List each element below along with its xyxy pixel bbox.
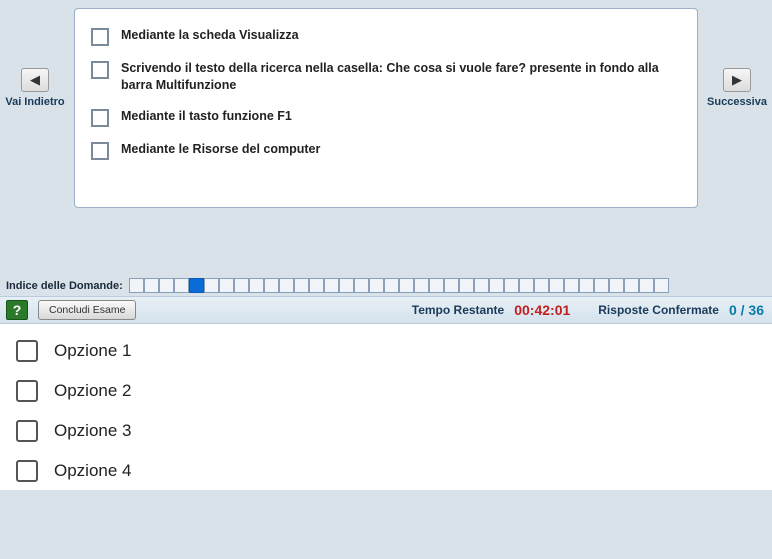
answer-text: Scrivendo il testo della ricerca nella c…: [121, 60, 679, 94]
option-row: Opzione 4: [16, 460, 756, 482]
index-label: Indice delle Domande:: [6, 280, 123, 292]
index-box[interactable]: [249, 278, 264, 293]
index-box[interactable]: [174, 278, 189, 293]
time-remaining-value: 00:42:01: [514, 302, 570, 318]
index-box[interactable]: [564, 278, 579, 293]
option-label: Opzione 2: [54, 381, 132, 401]
question-index-row: Indice delle Domande:: [0, 278, 772, 293]
answer-checkbox[interactable]: [91, 142, 109, 160]
index-box[interactable]: [369, 278, 384, 293]
index-box[interactable]: [384, 278, 399, 293]
index-box[interactable]: [279, 278, 294, 293]
index-box[interactable]: [489, 278, 504, 293]
confirmed-value: 0 / 36: [729, 302, 764, 318]
index-box[interactable]: [504, 278, 519, 293]
answer-row: Mediante il tasto funzione F1: [91, 108, 679, 127]
option-row: Opzione 3: [16, 420, 756, 442]
prev-label: Vai Indietro: [5, 96, 64, 108]
index-box[interactable]: [519, 278, 534, 293]
status-bar: ? Concludi Esame Tempo Restante 00:42:01…: [0, 296, 772, 324]
index-box[interactable]: [444, 278, 459, 293]
index-box[interactable]: [654, 278, 669, 293]
index-box[interactable]: [204, 278, 219, 293]
index-box[interactable]: [294, 278, 309, 293]
answer-row: Mediante le Risorse del computer: [91, 141, 679, 160]
conclude-exam-button[interactable]: Concludi Esame: [38, 300, 136, 320]
next-label: Successiva: [707, 96, 767, 108]
help-button[interactable]: ?: [6, 300, 28, 320]
option-row: Opzione 2: [16, 380, 756, 402]
index-box[interactable]: [399, 278, 414, 293]
index-box[interactable]: [189, 278, 204, 293]
index-box[interactable]: [219, 278, 234, 293]
index-box[interactable]: [324, 278, 339, 293]
index-box[interactable]: [534, 278, 549, 293]
index-box[interactable]: [594, 278, 609, 293]
index-box[interactable]: [429, 278, 444, 293]
index-box[interactable]: [414, 278, 429, 293]
answer-text: Mediante la scheda Visualizza: [121, 27, 299, 44]
answer-checkbox[interactable]: [91, 61, 109, 79]
option-label: Opzione 1: [54, 341, 132, 361]
option-row: Opzione 1: [16, 340, 756, 362]
answer-checkbox[interactable]: [91, 109, 109, 127]
answer-row: Scrivendo il testo della ricerca nella c…: [91, 60, 679, 94]
option-checkbox[interactable]: [16, 340, 38, 362]
index-box[interactable]: [159, 278, 174, 293]
index-box[interactable]: [624, 278, 639, 293]
answer-checkbox[interactable]: [91, 28, 109, 46]
index-box[interactable]: [354, 278, 369, 293]
index-box[interactable]: [309, 278, 324, 293]
index-box[interactable]: [264, 278, 279, 293]
index-box[interactable]: [144, 278, 159, 293]
index-box[interactable]: [549, 278, 564, 293]
options-list: Opzione 1 Opzione 2 Opzione 3 Opzione 4: [0, 324, 772, 490]
nav-prev-block: ◀ Vai Indietro: [0, 8, 70, 108]
next-arrow-icon[interactable]: ▶: [723, 68, 751, 92]
index-box[interactable]: [639, 278, 654, 293]
option-checkbox[interactable]: [16, 460, 38, 482]
nav-next-block: ▶ Successiva: [702, 8, 772, 108]
index-box[interactable]: [579, 278, 594, 293]
question-panel: Mediante la scheda Visualizza Scrivendo …: [74, 8, 698, 208]
option-checkbox[interactable]: [16, 380, 38, 402]
index-box[interactable]: [339, 278, 354, 293]
index-box[interactable]: [609, 278, 624, 293]
option-label: Opzione 3: [54, 421, 132, 441]
confirmed-label: Risposte Confermate: [598, 303, 719, 317]
time-remaining-label: Tempo Restante: [412, 303, 504, 317]
option-label: Opzione 4: [54, 461, 132, 481]
prev-arrow-icon[interactable]: ◀: [21, 68, 49, 92]
answer-row: Mediante la scheda Visualizza: [91, 27, 679, 46]
answer-text: Mediante il tasto funzione F1: [121, 108, 292, 125]
index-box[interactable]: [129, 278, 144, 293]
option-checkbox[interactable]: [16, 420, 38, 442]
index-box[interactable]: [474, 278, 489, 293]
answer-text: Mediante le Risorse del computer: [121, 141, 320, 158]
index-box[interactable]: [459, 278, 474, 293]
index-boxes: [129, 278, 669, 293]
index-box[interactable]: [234, 278, 249, 293]
